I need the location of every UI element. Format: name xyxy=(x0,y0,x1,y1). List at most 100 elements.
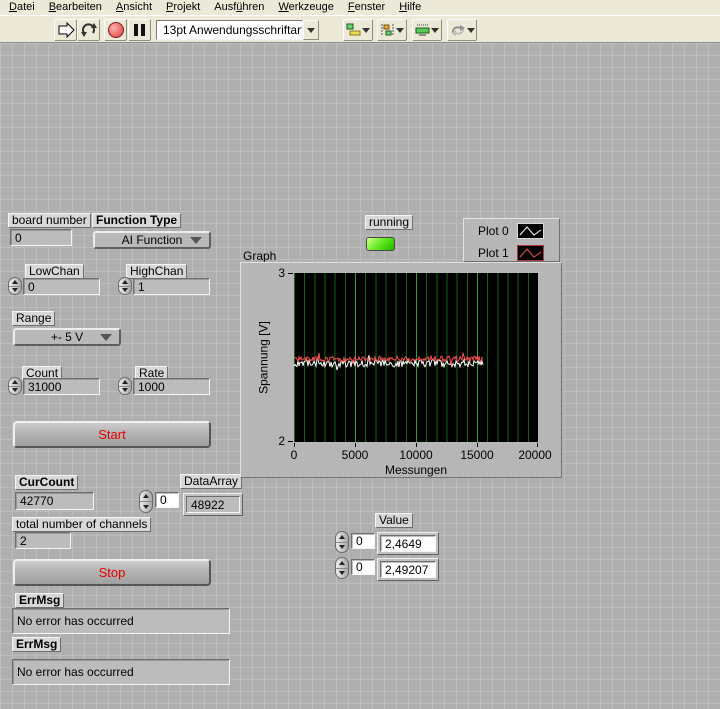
abort-button[interactable] xyxy=(104,19,127,41)
function-type-dropdown[interactable]: AI Function xyxy=(93,231,211,249)
lowchan-label: LowChan xyxy=(25,264,84,279)
board-number-label: board number xyxy=(8,213,91,228)
legend-row-plot1[interactable]: Plot 1 xyxy=(464,243,559,263)
rate-stepper[interactable] xyxy=(118,377,132,395)
reorder-arrows-icon xyxy=(450,25,465,36)
run-button[interactable] xyxy=(54,19,77,41)
menu-item-bearbeiten[interactable]: Bearbeiten xyxy=(42,0,109,15)
x-tick-20000: 20000 xyxy=(518,448,552,462)
reorder-button[interactable] xyxy=(447,19,477,41)
y-tick-3: 3 xyxy=(278,266,285,280)
lowchan-field[interactable]: 0 xyxy=(23,278,100,295)
front-panel: board number 0 Function Type AI Function… xyxy=(0,43,720,709)
dataarray-element-field: 48922 xyxy=(186,496,240,513)
increment-icon xyxy=(339,534,345,539)
value-index-field-2[interactable]: 0 xyxy=(351,559,375,575)
total-channels-label: total number of channels xyxy=(12,517,152,532)
decrement-icon xyxy=(339,545,345,550)
chevron-down-icon xyxy=(396,27,404,33)
plot0-label: Plot 0 xyxy=(478,224,509,238)
plot-legend: Plot 0 Plot 1 xyxy=(463,218,560,262)
chevron-down-icon xyxy=(431,27,439,33)
resize-objects-button[interactable] xyxy=(412,19,442,41)
pause-icon xyxy=(134,24,138,36)
range-label: Range xyxy=(12,311,56,326)
menu-item-hilfe[interactable]: Hilfe xyxy=(392,0,428,15)
decrement-icon xyxy=(12,288,18,293)
plot1-label: Plot 1 xyxy=(478,246,509,260)
value-index-stepper-2[interactable] xyxy=(335,557,349,579)
font-selector-arrow[interactable] xyxy=(303,20,319,40)
dataarray-index-stepper[interactable] xyxy=(139,490,153,513)
menu-item-ausführen[interactable]: Ausführen xyxy=(207,0,271,15)
run-continuous-button[interactable] xyxy=(77,19,100,41)
highchan-field[interactable]: 1 xyxy=(133,278,210,295)
plot-area xyxy=(294,273,538,442)
count-stepper[interactable] xyxy=(8,377,22,395)
value-label: Value xyxy=(375,513,413,528)
distribute-objects-button[interactable] xyxy=(377,19,407,41)
decrement-icon xyxy=(12,388,18,393)
errmsg2-label: ErrMsg xyxy=(12,637,62,652)
menu-item-datei[interactable]: Datei xyxy=(2,0,42,15)
value-field-1: 2,4649 xyxy=(380,535,436,552)
align-objects-button[interactable] xyxy=(343,19,373,41)
x-axis-label: Messungen xyxy=(384,463,448,477)
value-frame-1: 2,4649 xyxy=(377,532,439,555)
distribute-objects-icon xyxy=(381,24,394,36)
lowchan-stepper[interactable] xyxy=(8,277,22,295)
plot0-line-icon[interactable] xyxy=(517,223,544,239)
chevron-down-icon xyxy=(362,27,370,33)
y-axis-label: Spannung [V] xyxy=(256,321,271,394)
menu-item-projekt[interactable]: Projekt xyxy=(159,0,207,15)
menu-item-ansicht[interactable]: Ansicht xyxy=(109,0,159,15)
decrement-icon xyxy=(339,571,345,576)
chevron-down-icon xyxy=(100,334,112,341)
dataarray-element-frame: 48922 xyxy=(183,493,243,516)
curcount-label: CurCount xyxy=(15,475,79,490)
range-value: +- 5 V xyxy=(50,330,84,344)
x-tick-5000: 5000 xyxy=(341,448,369,462)
increment-icon xyxy=(122,279,128,284)
function-type-label: Function Type xyxy=(92,213,182,228)
font-selector[interactable]: 13pt Anwendungsschriftart xyxy=(156,20,303,40)
increment-icon xyxy=(339,560,345,565)
total-channels-field: 2 xyxy=(15,532,71,549)
resize-objects-icon xyxy=(415,24,430,36)
red-stop-circle-icon xyxy=(107,22,124,38)
function-type-value: AI Function xyxy=(121,233,183,247)
run-arrow-icon xyxy=(58,21,75,39)
value-frame-2: 2,49207 xyxy=(377,558,439,581)
toolbar: 13pt Anwendungsschriftart xyxy=(0,15,720,43)
count-field[interactable]: 31000 xyxy=(23,378,100,395)
errmsg1-label: ErrMsg xyxy=(15,593,65,608)
decrement-icon xyxy=(122,388,128,393)
decrement-icon xyxy=(122,288,128,293)
x-tick-10000: 10000 xyxy=(399,448,433,462)
rate-field[interactable]: 1000 xyxy=(133,378,210,395)
legend-row-plot0[interactable]: Plot 0 xyxy=(464,221,559,241)
start-button[interactable]: Start xyxy=(13,421,211,448)
menu-item-werkzeuge[interactable]: Werkzeuge xyxy=(271,0,340,15)
pause-button[interactable] xyxy=(128,19,151,41)
x-tick-0: 0 xyxy=(290,448,298,462)
align-objects-icon xyxy=(346,23,361,36)
stop-button[interactable]: Stop xyxy=(13,559,211,586)
board-number-field[interactable]: 0 xyxy=(10,229,72,246)
chevron-down-icon xyxy=(190,237,202,244)
dataarray-index-field[interactable]: 0 xyxy=(155,492,179,508)
plot1-line-icon[interactable] xyxy=(517,245,544,261)
plot-traces xyxy=(294,352,484,371)
increment-icon xyxy=(12,379,18,384)
y-tick-2: 2 xyxy=(278,434,285,448)
running-label: running xyxy=(365,215,414,230)
range-dropdown[interactable]: +- 5 V xyxy=(13,328,121,346)
graph-title: Graph xyxy=(243,249,277,263)
highchan-stepper[interactable] xyxy=(118,277,132,295)
value-field-2: 2,49207 xyxy=(380,561,436,578)
value-index-field-1[interactable]: 0 xyxy=(351,533,375,549)
running-led[interactable] xyxy=(366,237,395,251)
menu-item-fenster[interactable]: Fenster xyxy=(341,0,392,15)
value-index-stepper-1[interactable] xyxy=(335,531,349,553)
errmsg1-field: No error has occurred xyxy=(12,608,230,634)
